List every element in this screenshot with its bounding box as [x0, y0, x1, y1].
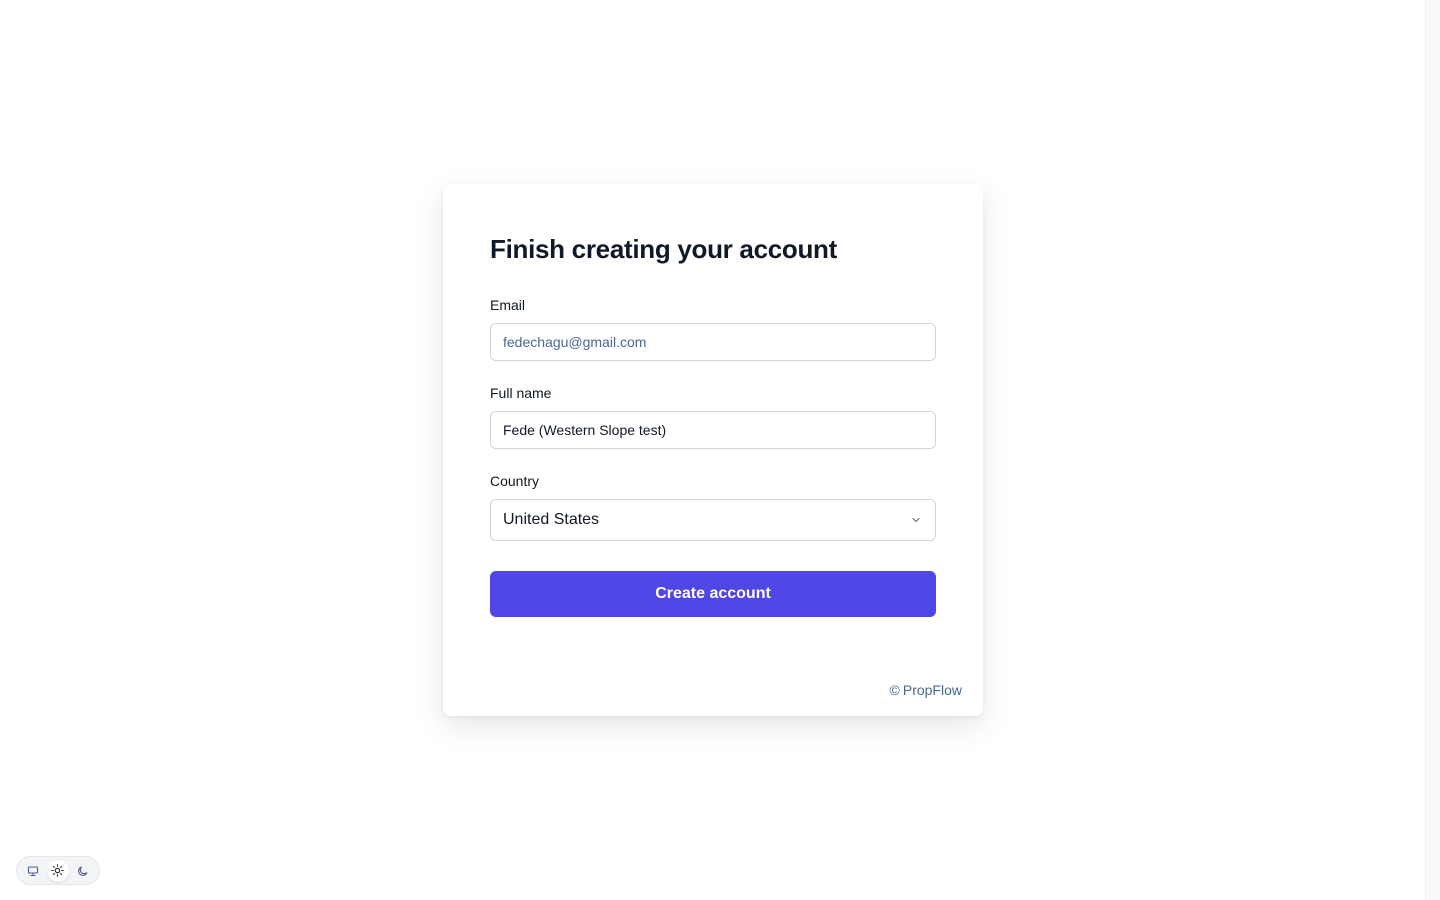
copyright-symbol: © — [889, 682, 900, 698]
chevron-down-icon — [909, 513, 923, 527]
theme-switcher — [16, 856, 100, 885]
footer-brand: © PropFlow — [890, 682, 962, 698]
country-select[interactable]: United States — [490, 499, 936, 541]
country-label: Country — [490, 473, 540, 489]
full-name-field[interactable] — [490, 411, 936, 449]
country-selected-value: United States — [503, 511, 600, 528]
scrollbar-track[interactable] — [1425, 0, 1440, 900]
create-account-button[interactable]: Create account — [490, 571, 936, 617]
page-title: Finish creating your account — [490, 234, 837, 264]
brand-name: PropFlow — [902, 682, 962, 698]
email-field[interactable] — [490, 323, 936, 361]
email-label: Email — [490, 297, 526, 313]
page: Finish creating your account Email Full … — [0, 0, 1440, 900]
signup-card: Finish creating your account Email Full … — [443, 184, 983, 716]
monitor-icon[interactable] — [22, 860, 44, 882]
full-name-label: Full name — [490, 385, 552, 401]
moon-icon[interactable] — [72, 860, 94, 882]
sun-icon[interactable] — [46, 859, 69, 882]
